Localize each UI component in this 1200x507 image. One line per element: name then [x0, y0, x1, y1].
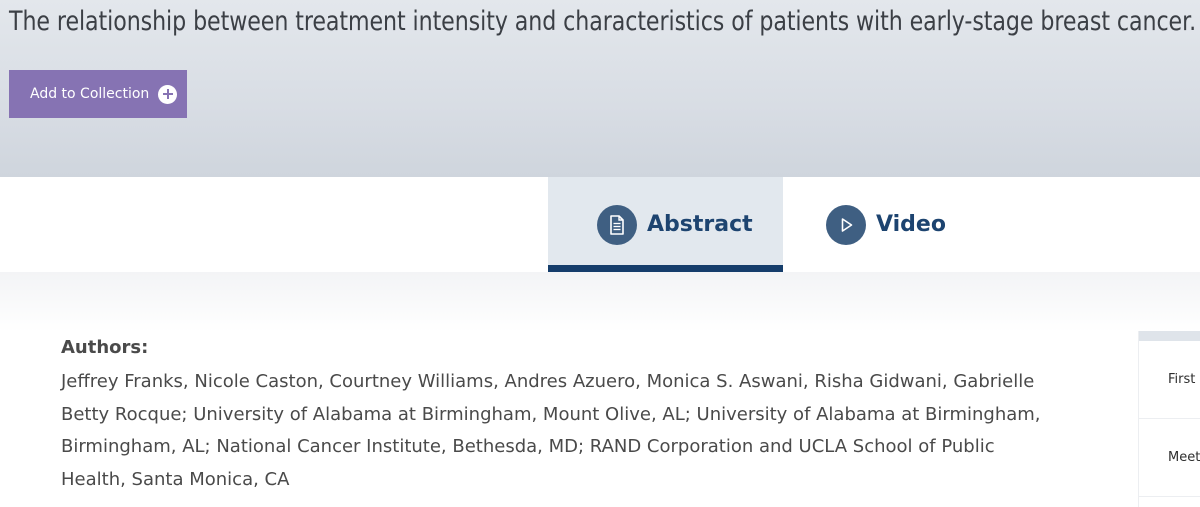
page-header: The relationship between treatment inten…: [0, 0, 1200, 177]
authors-text: Jeffrey Franks, Nicole Caston, Courtney …: [61, 371, 1041, 490]
add-to-collection-label: Add to Collection: [30, 86, 150, 102]
side-panel-row: First: [1139, 341, 1200, 419]
content-divider: [0, 272, 1200, 332]
tab-video-label: Video: [876, 212, 946, 237]
authors-heading: Authors:: [61, 337, 149, 358]
tab-abstract-label: Abstract: [647, 212, 753, 237]
tab-abstract[interactable]: Abstract: [548, 177, 783, 272]
side-panel-bar: [1139, 331, 1200, 341]
add-to-collection-button[interactable]: Add to Collection: [9, 70, 187, 118]
side-panel-row: Meet: [1139, 419, 1200, 497]
tab-video[interactable]: Video: [826, 177, 1006, 272]
document-icon: [597, 204, 637, 245]
page-title: The relationship between treatment inten…: [9, 6, 1197, 37]
side-panel: First Meet: [1138, 331, 1200, 507]
plus-circle-icon: [158, 84, 178, 104]
play-icon: [826, 204, 866, 245]
tab-bar: Abstract Video: [0, 177, 1200, 272]
